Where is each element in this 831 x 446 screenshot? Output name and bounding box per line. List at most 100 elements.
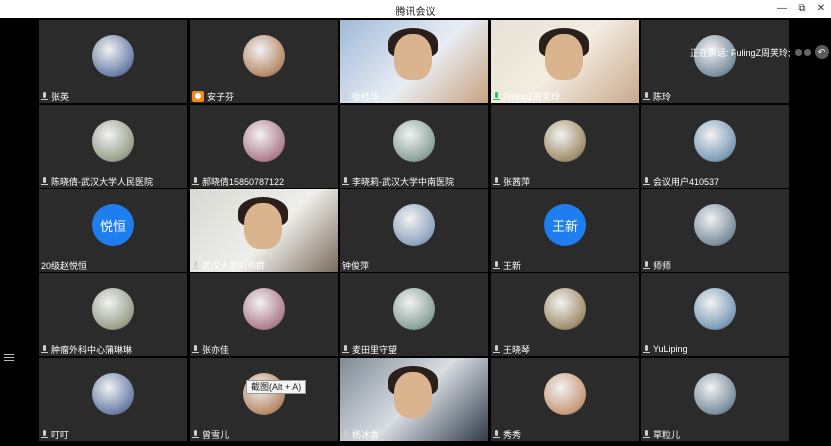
avatar [544, 373, 586, 415]
participant-namebar: 陈晓倩-武汉大学人民医院 [39, 174, 156, 188]
member-list-toggle-icon[interactable] [4, 352, 14, 362]
participant-tile[interactable]: 叮叮 [39, 358, 187, 441]
minimize-button[interactable]: — [773, 1, 791, 17]
participant-tile[interactable]: YuLiping [641, 273, 789, 356]
participant-tile[interactable]: 杨冰香 [340, 358, 488, 441]
avatar [393, 204, 435, 246]
mic-muted-icon [342, 91, 349, 101]
participant-namebar: 王新 [491, 258, 524, 272]
participant-name: 安子芬 [207, 91, 235, 102]
participant-tile[interactable]: 钟俊萍 [340, 189, 488, 272]
participant-namebar: FulingZ周芙玲 [491, 89, 563, 103]
participant-tile[interactable]: 张茜萍 [491, 105, 639, 188]
participant-name: 陈晓倩-武汉大学人民医院 [51, 176, 153, 187]
participant-name: FulingZ周芙玲 [503, 91, 561, 102]
mic-muted-icon [643, 344, 650, 354]
avatar [544, 288, 586, 330]
speaking-label: 正在讲话: FulingZ周芙玲; [690, 47, 791, 58]
avatar [694, 288, 736, 330]
host-badge-icon [192, 90, 204, 102]
mic-muted-icon [643, 429, 650, 439]
participant-namebar: 郝晓倩15850787122 [190, 174, 287, 188]
mic-muted-icon [192, 429, 199, 439]
avatar [544, 120, 586, 162]
close-button[interactable]: ✕ [812, 1, 830, 17]
mic-muted-icon [41, 429, 48, 439]
mic-muted-icon [493, 429, 500, 439]
participant-namebar: 安子芬 [190, 89, 237, 103]
participant-name: 武汉大学刘燕群 [202, 260, 266, 271]
participant-name: 师师 [653, 260, 672, 271]
participant-name: 会议用户410537 [653, 176, 720, 187]
participant-namebar: 徐桂华 [340, 89, 382, 103]
person-silhouette [394, 372, 432, 418]
avatar [694, 204, 736, 246]
participant-name: 张茜萍 [503, 176, 531, 187]
participant-namebar: 师师 [641, 258, 674, 272]
participant-name: 王晓琴 [503, 344, 531, 355]
participant-tile[interactable]: 会议用户410537 [641, 105, 789, 188]
participant-tile[interactable]: 秀秀 [491, 358, 639, 441]
participant-name: 钟俊萍 [342, 260, 370, 271]
title-bar: 腾讯会议 — ⧉ ✕ [0, 0, 831, 18]
participant-grid: 张英 安子芬 徐桂华 FulingZ周芙玲 陈玲陈晓倩-武汉大学人民医院 郝晓倩15850… [39, 19, 791, 446]
participant-name: 张亦佳 [202, 344, 230, 355]
participant-namebar: 会议用户410537 [641, 174, 722, 188]
participant-tile[interactable]: 王晓琴 [491, 273, 639, 356]
participant-name: 草粒儿 [653, 429, 681, 440]
participant-name: 陈玲 [653, 91, 672, 102]
audio-level-icon [794, 48, 811, 56]
participant-tile[interactable]: 陈晓倩-武汉大学人民医院 [39, 105, 187, 188]
participant-tile[interactable]: 王新 王新 [491, 189, 639, 272]
mic-muted-icon [643, 176, 650, 186]
avatar [243, 288, 285, 330]
avatar [243, 120, 285, 162]
participant-tile[interactable]: 武汉大学刘燕群 [190, 189, 338, 272]
participant-namebar: 杨冰香 [340, 427, 382, 441]
participant-tile[interactable]: 陈玲 [641, 20, 789, 103]
mic-muted-icon [342, 176, 349, 186]
participant-tile[interactable]: 郝晓倩15850787122 [190, 105, 338, 188]
participant-name: 张英 [51, 91, 70, 102]
participant-tile[interactable]: 徐桂华 [340, 20, 488, 103]
speaking-indicator: 正在讲话: FulingZ周芙玲; ↶ [690, 44, 829, 60]
participant-namebar: 陈玲 [641, 89, 674, 103]
mic-muted-icon [192, 176, 199, 186]
mic-muted-icon [192, 260, 199, 270]
mic-muted-icon [41, 91, 48, 101]
mic-muted-icon [493, 176, 500, 186]
participant-namebar: 肿瘤外科中心蒲琳琳 [39, 342, 135, 356]
participant-name: 20级赵悦恒 [41, 260, 88, 271]
participant-tile[interactable]: FulingZ周芙玲 [491, 20, 639, 103]
participant-tile[interactable]: 师师 [641, 189, 789, 272]
participant-tile[interactable]: 麦田里守望 [340, 273, 488, 356]
participant-name: 杨冰香 [352, 429, 380, 440]
participant-name: 郝晓倩15850787122 [202, 176, 285, 187]
back-arrow-icon[interactable]: ↶ [814, 45, 829, 59]
participant-tile[interactable]: 安子芬 [190, 20, 338, 103]
participant-name: 曾雪儿 [202, 429, 230, 440]
avatar [694, 120, 736, 162]
maximize-button[interactable]: ⧉ [793, 1, 811, 17]
participant-tile[interactable]: 悦恒 20级赵悦恒 [39, 189, 187, 272]
participant-tile[interactable]: 草粒儿 [641, 358, 789, 441]
participant-name: 王新 [503, 260, 522, 271]
avatar [393, 288, 435, 330]
mic-muted-icon [192, 344, 199, 354]
participant-name: 肿瘤外科中心蒲琳琳 [51, 344, 133, 355]
participant-namebar: 张亦佳 [190, 342, 232, 356]
participant-namebar: 曾雪儿 [190, 427, 232, 441]
participant-tile[interactable]: 李晓莉-武汉大学中南医院 [340, 105, 488, 188]
person-silhouette [545, 34, 583, 80]
mic-muted-icon [643, 260, 650, 270]
mic-muted-icon [493, 260, 500, 270]
participant-tile[interactable]: 张英 [39, 20, 187, 103]
participant-tile[interactable]: 肿瘤外科中心蒲琳琳 [39, 273, 187, 356]
mic-muted-icon [41, 344, 48, 354]
avatar [243, 35, 285, 77]
participant-name: YuLiping [653, 344, 688, 354]
participant-namebar: YuLiping [641, 342, 691, 356]
participant-tile[interactable]: 曾雪儿 [190, 358, 338, 441]
participant-tile[interactable]: 张亦佳 [190, 273, 338, 356]
avatar [92, 120, 134, 162]
